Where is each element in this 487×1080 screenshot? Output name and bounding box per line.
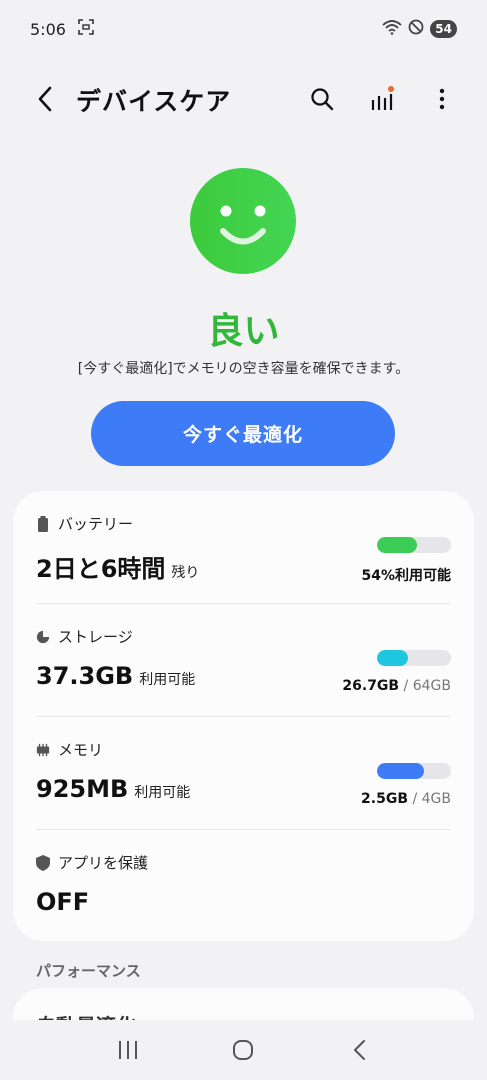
storage-label: ストレージ: [58, 628, 133, 646]
section-title: パフォーマンス: [36, 962, 141, 980]
battery-icon: [36, 515, 50, 532]
search-icon: [311, 88, 334, 111]
battery-available: 54%利用可能: [361, 568, 451, 584]
optimize-now-button[interactable]: 今すぐ最適化: [91, 401, 395, 466]
battery-value: 2日と6時間: [36, 555, 166, 583]
status-card: バッテリー 2日と6時間 残り 54%利用可能 ストレージ 37.3GB 利用可…: [13, 491, 474, 941]
app-protection-value: OFF: [36, 888, 90, 916]
diagnostics-button[interactable]: [367, 82, 397, 116]
memory-used: 2.5GB: [361, 791, 409, 807]
battery-indicator: 54: [430, 20, 457, 38]
page-title: デバイスケア: [76, 87, 232, 116]
wifi-icon: [382, 19, 402, 39]
memory-chip-icon: [36, 742, 50, 758]
storage-total: / 64GB: [399, 678, 451, 694]
back-arrow-icon: [354, 1040, 366, 1060]
recent-apps-button[interactable]: [108, 1030, 148, 1070]
app-protection-row[interactable]: アプリを保護 OFF: [36, 830, 451, 942]
recent-apps-icon: [118, 1041, 137, 1059]
app-bar: デバイスケア: [0, 68, 487, 130]
memory-row[interactable]: メモリ 925MB 利用可能 2.5GB / 4GB: [36, 717, 451, 829]
memory-label: メモリ: [58, 741, 104, 759]
signal-bars-icon: [371, 86, 394, 110]
battery-unit: 残り: [171, 565, 200, 581]
memory-bar-fill: [377, 763, 425, 779]
app-protection-label: アプリを保護: [58, 854, 149, 872]
search-button[interactable]: [307, 82, 337, 116]
shield-icon: [36, 854, 50, 871]
navigation-bar: [0, 1020, 487, 1080]
storage-bar-fill: [377, 650, 409, 666]
status-time: 5:06: [30, 19, 66, 39]
memory-total: / 4GB: [408, 791, 451, 807]
more-vert-icon: [439, 88, 445, 110]
pie-chart-icon: [36, 629, 50, 645]
battery-bar: [377, 537, 451, 553]
storage-row[interactable]: ストレージ 37.3GB 利用可能 26.7GB / 64GB: [36, 604, 451, 716]
storage-used: 26.7GB: [342, 678, 400, 694]
memory-unit: 利用可能: [134, 785, 191, 801]
memory-bar: [377, 763, 451, 779]
home-icon: [233, 1040, 254, 1060]
battery-row[interactable]: バッテリー 2日と6時間 残り 54%利用可能: [36, 491, 451, 603]
memory-value: 925MB: [36, 775, 129, 803]
more-options-button[interactable]: [427, 82, 457, 116]
home-button[interactable]: [223, 1030, 263, 1070]
chevron-left-icon: [38, 86, 52, 112]
storage-bar: [377, 650, 451, 666]
do-not-disturb-icon: [408, 19, 424, 39]
device-status-label: 良い: [207, 311, 280, 352]
back-button[interactable]: [30, 82, 60, 116]
status-bar: 5:06 54: [0, 0, 487, 58]
screenshot-icon: [78, 19, 94, 39]
storage-unit: 利用可能: [139, 672, 196, 688]
optimize-hint: [今すぐ最適化]でメモリの空き容量を確保できます。: [77, 361, 410, 377]
battery-bar-fill: [377, 537, 417, 553]
smiley-face-icon: [190, 168, 296, 274]
battery-label: バッテリー: [58, 515, 134, 533]
storage-value: 37.3GB: [36, 662, 134, 690]
back-nav-button[interactable]: [339, 1030, 379, 1070]
